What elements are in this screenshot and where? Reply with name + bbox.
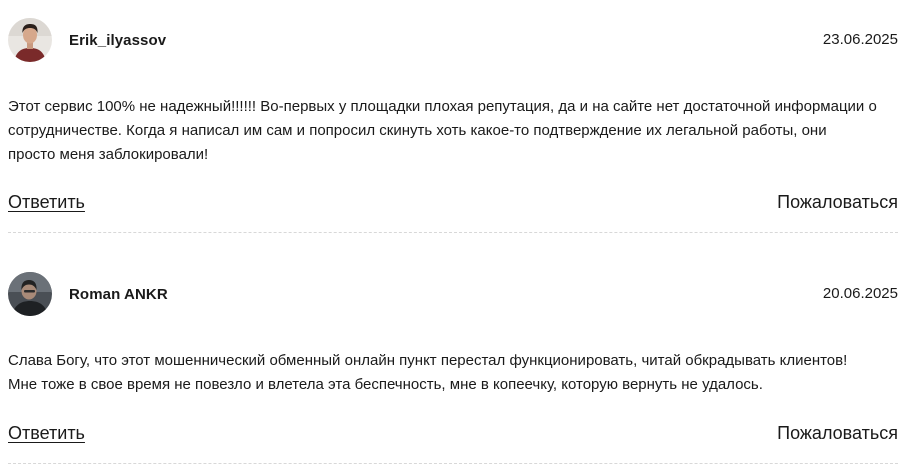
divider (8, 232, 898, 233)
review-item: Roman ANKR 20.06.2025 Слава Богу, что эт… (8, 272, 898, 464)
user-photo-avatar-icon (8, 18, 52, 62)
reviews-list: Erik_ilyassov 23.06.2025 Этот сервис 100… (0, 0, 911, 473)
user-photo-avatar-icon (8, 272, 52, 316)
report-link[interactable]: Пожаловаться (777, 423, 898, 444)
report-link[interactable]: Пожаловаться (777, 192, 898, 213)
reply-link[interactable]: Ответить (8, 423, 85, 444)
review-text: Слава Богу, что этот мошеннический обмен… (8, 349, 898, 397)
review-text-line: просто меня заблокировали! (8, 146, 209, 163)
review-date: 20.06.2025 (822, 285, 898, 302)
review-item: Erik_ilyassov 23.06.2025 Этот сервис 100… (8, 18, 898, 233)
review-header: Erik_ilyassov 23.06.2025 (8, 18, 898, 64)
review-username: Erik_ilyassov (69, 32, 167, 49)
review-actions: Ответить Пожаловаться (8, 192, 898, 216)
review-username: Roman ANKR (69, 286, 168, 303)
review-text-line: Этот сервис 100% не надежный!!!!!! Во-пе… (8, 98, 877, 115)
reply-link[interactable]: Ответить (8, 192, 85, 213)
avatar[interactable] (8, 272, 52, 316)
review-text-line: Слава Богу, что этот мошеннический обмен… (8, 352, 848, 369)
review-actions: Ответить Пожаловаться (8, 423, 898, 447)
review-header: Roman ANKR 20.06.2025 (8, 272, 898, 318)
review-text: Этот сервис 100% не надежный!!!!!! Во-пе… (8, 95, 898, 167)
divider (8, 463, 898, 464)
review-date: 23.06.2025 (822, 31, 898, 48)
avatar[interactable] (8, 18, 52, 62)
review-text-line: Мне тоже в свое время не повезло и влете… (8, 376, 763, 393)
review-text-line: сотрудничестве. Когда я написал им сам и… (8, 122, 827, 139)
